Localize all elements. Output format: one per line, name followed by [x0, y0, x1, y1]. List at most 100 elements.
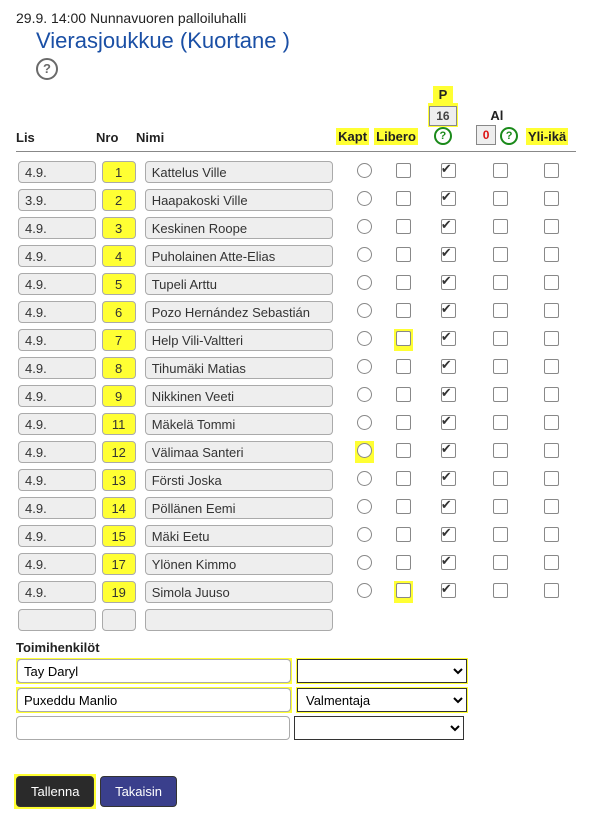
al-checkbox[interactable]: [493, 527, 508, 542]
al-checkbox[interactable]: [493, 247, 508, 262]
lis-input[interactable]: [18, 413, 96, 435]
nro-input[interactable]: [102, 357, 136, 379]
save-button[interactable]: Tallenna: [16, 776, 94, 807]
p-checkbox[interactable]: [441, 219, 456, 234]
nro-input[interactable]: [102, 385, 136, 407]
name-input[interactable]: [145, 301, 333, 323]
lis-input[interactable]: [18, 161, 96, 183]
al-checkbox[interactable]: [493, 359, 508, 374]
p-checkbox[interactable]: [441, 191, 456, 206]
lis-input[interactable]: [18, 245, 96, 267]
name-input[interactable]: [145, 273, 333, 295]
yli-checkbox[interactable]: [544, 471, 559, 486]
official-name-input[interactable]: [17, 688, 291, 712]
nro-input[interactable]: [102, 469, 136, 491]
libero-checkbox[interactable]: [396, 471, 411, 486]
p-checkbox[interactable]: [441, 527, 456, 542]
nro-input[interactable]: [102, 581, 136, 603]
nro-input[interactable]: [102, 525, 136, 547]
al-checkbox[interactable]: [493, 499, 508, 514]
captain-radio[interactable]: [357, 331, 372, 346]
p-checkbox[interactable]: [441, 275, 456, 290]
libero-checkbox[interactable]: [396, 527, 411, 542]
libero-checkbox[interactable]: [396, 443, 411, 458]
yli-checkbox[interactable]: [544, 303, 559, 318]
nro-input[interactable]: [102, 189, 136, 211]
captain-radio[interactable]: [357, 499, 372, 514]
nro-input[interactable]: [102, 329, 136, 351]
libero-checkbox[interactable]: [396, 331, 411, 346]
al-checkbox[interactable]: [493, 275, 508, 290]
captain-radio[interactable]: [357, 471, 372, 486]
name-input[interactable]: [145, 189, 333, 211]
al-checkbox[interactable]: [493, 387, 508, 402]
p-checkbox[interactable]: [441, 443, 456, 458]
lis-input[interactable]: [18, 273, 96, 295]
libero-checkbox[interactable]: [396, 499, 411, 514]
al-checkbox[interactable]: [493, 219, 508, 234]
p-checkbox[interactable]: [441, 499, 456, 514]
p-checkbox[interactable]: [441, 471, 456, 486]
lis-input[interactable]: [18, 301, 96, 323]
yli-checkbox[interactable]: [544, 331, 559, 346]
libero-checkbox[interactable]: [396, 303, 411, 318]
name-input[interactable]: [145, 217, 333, 239]
name-input[interactable]: [145, 553, 333, 575]
lis-input[interactable]: [18, 357, 96, 379]
libero-checkbox[interactable]: [396, 387, 411, 402]
yli-checkbox[interactable]: [544, 275, 559, 290]
yli-checkbox[interactable]: [544, 499, 559, 514]
p-checkbox[interactable]: [441, 303, 456, 318]
nro-input[interactable]: [102, 609, 136, 631]
yli-checkbox[interactable]: [544, 555, 559, 570]
official-role-select[interactable]: [297, 659, 467, 683]
official-role-select[interactable]: Valmentaja: [297, 688, 467, 712]
nro-input[interactable]: [102, 273, 136, 295]
back-button[interactable]: Takaisin: [100, 776, 177, 807]
al-checkbox[interactable]: [493, 415, 508, 430]
name-input[interactable]: [145, 161, 333, 183]
lis-input[interactable]: [18, 189, 96, 211]
captain-radio[interactable]: [357, 163, 372, 178]
libero-checkbox[interactable]: [396, 359, 411, 374]
official-role-select[interactable]: [294, 716, 464, 740]
p-checkbox[interactable]: [441, 163, 456, 178]
captain-radio[interactable]: [357, 359, 372, 374]
nro-input[interactable]: [102, 441, 136, 463]
nro-input[interactable]: [102, 553, 136, 575]
p-checkbox[interactable]: [441, 415, 456, 430]
nro-input[interactable]: [102, 161, 136, 183]
yli-checkbox[interactable]: [544, 247, 559, 262]
libero-checkbox[interactable]: [396, 583, 411, 598]
libero-checkbox[interactable]: [396, 247, 411, 262]
name-input[interactable]: [145, 609, 333, 631]
p-checkbox[interactable]: [441, 555, 456, 570]
yli-checkbox[interactable]: [544, 415, 559, 430]
al-checkbox[interactable]: [493, 471, 508, 486]
al-checkbox[interactable]: [493, 555, 508, 570]
yli-checkbox[interactable]: [544, 387, 559, 402]
nro-input[interactable]: [102, 497, 136, 519]
al-checkbox[interactable]: [493, 303, 508, 318]
p-checkbox[interactable]: [441, 359, 456, 374]
libero-checkbox[interactable]: [396, 555, 411, 570]
captain-radio[interactable]: [357, 555, 372, 570]
name-input[interactable]: [145, 385, 333, 407]
nro-input[interactable]: [102, 301, 136, 323]
lis-input[interactable]: [18, 525, 96, 547]
captain-radio[interactable]: [357, 415, 372, 430]
help-icon[interactable]: ?: [500, 127, 518, 145]
name-input[interactable]: [145, 245, 333, 267]
yli-checkbox[interactable]: [544, 191, 559, 206]
lis-input[interactable]: [18, 553, 96, 575]
yli-checkbox[interactable]: [544, 443, 559, 458]
name-input[interactable]: [145, 329, 333, 351]
official-name-input[interactable]: [17, 659, 291, 683]
lis-input[interactable]: [18, 385, 96, 407]
lis-input[interactable]: [18, 497, 96, 519]
name-input[interactable]: [145, 497, 333, 519]
nro-input[interactable]: [102, 245, 136, 267]
yli-checkbox[interactable]: [544, 583, 559, 598]
name-input[interactable]: [145, 469, 333, 491]
p-checkbox[interactable]: [441, 387, 456, 402]
